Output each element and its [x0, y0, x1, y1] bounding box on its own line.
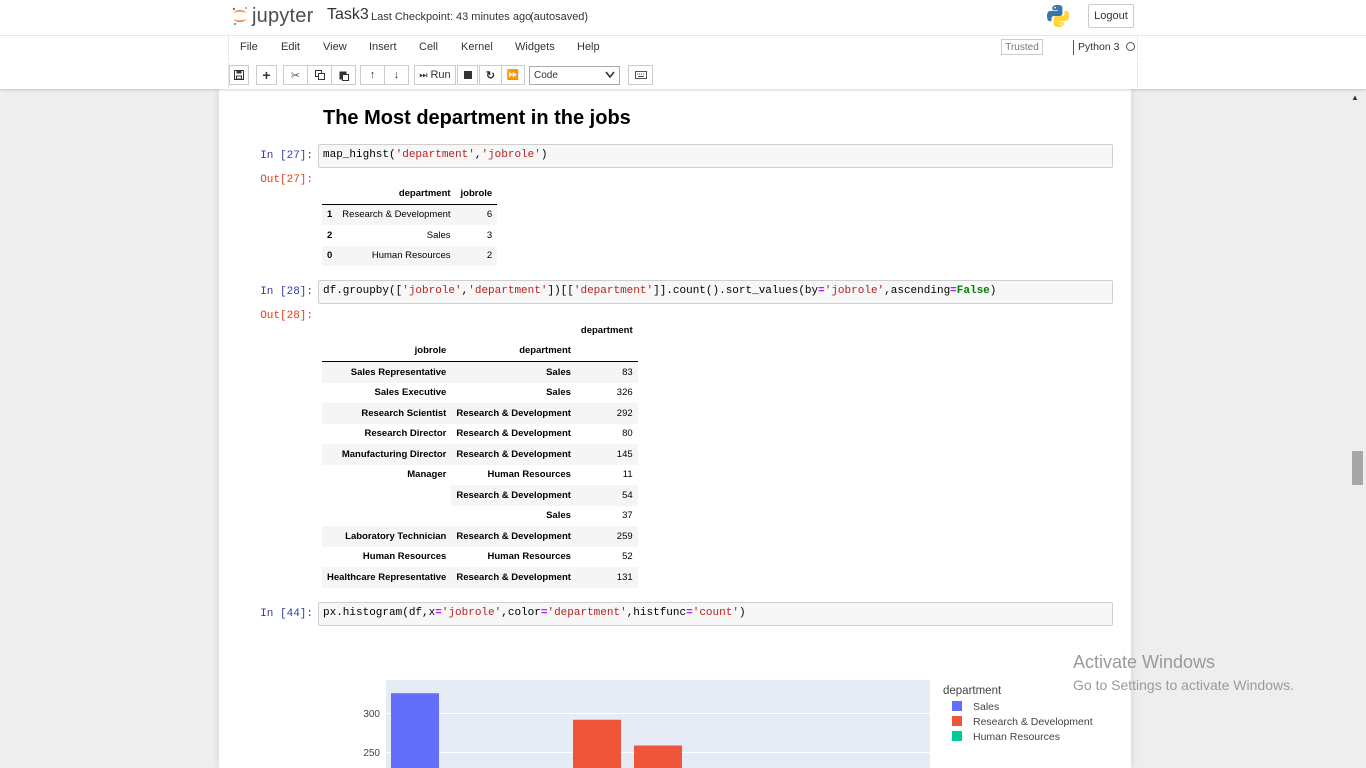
- trusted-indicator[interactable]: Trusted: [1001, 39, 1043, 55]
- scrollbar-thumb[interactable]: [1352, 451, 1363, 485]
- cell-type-value: Code: [534, 70, 558, 81]
- restart-button[interactable]: ↻: [479, 65, 502, 85]
- restart-run-all-button[interactable]: ⏩: [501, 65, 525, 85]
- stop-icon: [463, 71, 472, 79]
- y-tick-label: 300: [363, 709, 380, 720]
- python-logo-icon: [1047, 5, 1069, 27]
- run-icon: ⏭: [419, 69, 428, 80]
- save-icon: [234, 70, 244, 80]
- plus-icon: +: [262, 67, 271, 83]
- jupyter-logo-icon: [232, 7, 247, 25]
- notebook-header: jupyter Task3 Last Checkpoint: 43 minute…: [0, 0, 1366, 89]
- legend-swatch: [952, 731, 962, 741]
- activate-windows-title: Activate Windows: [1073, 652, 1216, 672]
- menubar: File Edit View Insert Cell Kernel Widget…: [228, 36, 1138, 60]
- run-button[interactable]: ⏭ Run: [414, 65, 456, 85]
- notebook-name[interactable]: Task3: [327, 6, 369, 24]
- copy-icon: [314, 70, 325, 80]
- menu-insert[interactable]: Insert: [369, 41, 397, 53]
- fast-forward-icon: ⏩: [506, 69, 520, 81]
- notebook-container: The Most department in the jobs In [27]:…: [219, 89, 1131, 768]
- checkpoint-status: Last Checkpoint: 43 minutes ago: [371, 11, 532, 23]
- scroll-up-arrow-icon[interactable]: ▲: [1351, 93, 1359, 102]
- jupyter-logo[interactable]: jupyter: [230, 4, 313, 28]
- save-button[interactable]: [229, 65, 249, 85]
- legend-item-label: Human Resources: [973, 731, 1060, 743]
- logout-button[interactable]: Logout: [1088, 4, 1134, 28]
- kernel-separator: [1073, 40, 1074, 55]
- paste-button[interactable]: [331, 65, 356, 85]
- kernel-name[interactable]: Python 3: [1078, 41, 1119, 53]
- keyboard-icon: [634, 71, 647, 79]
- histogram-bar: [634, 745, 682, 768]
- histogram-chart[interactable]: 300 250 department Sales Research & Developm…: [219, 89, 1131, 768]
- cut-button[interactable]: ✂: [283, 65, 308, 85]
- menu-cell[interactable]: Cell: [419, 41, 438, 53]
- kernel-idle-icon: [1126, 42, 1135, 51]
- restart-icon: ↻: [485, 69, 496, 82]
- command-palette-button[interactable]: [628, 65, 653, 85]
- activate-windows-subtitle: Go to Settings to activate Windows.: [1073, 677, 1294, 693]
- cut-icon: ✂: [290, 69, 301, 82]
- menu-widgets[interactable]: Widgets: [515, 41, 555, 53]
- run-label: Run: [430, 69, 451, 81]
- autosave-status: (autosaved): [530, 11, 589, 23]
- menu-kernel[interactable]: Kernel: [461, 41, 493, 53]
- insert-cell-button[interactable]: +: [256, 65, 277, 85]
- y-tick-label: 250: [363, 748, 380, 759]
- copy-button[interactable]: [307, 65, 332, 85]
- menu-file[interactable]: File: [240, 41, 258, 53]
- paste-icon: [339, 71, 349, 81]
- legend-item-label: Sales: [973, 701, 999, 713]
- cell-type-select[interactable]: Code: [529, 66, 620, 85]
- move-down-button[interactable]: ↓: [384, 65, 409, 85]
- menu-help[interactable]: Help: [577, 41, 600, 53]
- menu-edit[interactable]: Edit: [281, 41, 300, 53]
- chevron-down-icon: [605, 71, 615, 82]
- legend-swatch: [952, 701, 962, 711]
- histogram-bar: [391, 693, 439, 768]
- move-up-button[interactable]: ↑: [360, 65, 385, 85]
- arrow-up-icon: ↑: [369, 69, 376, 81]
- toolbar: + ✂ ↑ ↓ ⏭ Run ↻ ⏩ Code: [228, 62, 1138, 88]
- jupyter-wordmark: jupyter: [252, 4, 314, 27]
- histogram-bar: [573, 719, 621, 768]
- legend-title: department: [943, 685, 1002, 697]
- menu-view[interactable]: View: [323, 41, 347, 53]
- arrow-down-icon: ↓: [393, 69, 400, 81]
- legend-swatch: [952, 716, 962, 726]
- legend-item-label: Research & Development: [973, 716, 1093, 728]
- interrupt-button[interactable]: [457, 65, 478, 85]
